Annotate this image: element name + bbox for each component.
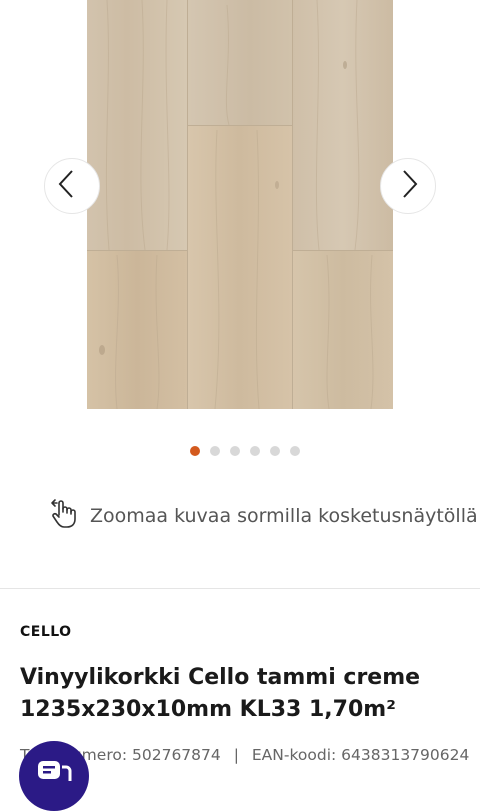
pagination-dot-1[interactable] bbox=[190, 446, 200, 456]
product-title: Vinyylikorkki Cello tammi creme 1235x230… bbox=[20, 665, 421, 722]
meta-separator: | bbox=[233, 746, 239, 764]
chat-button[interactable] bbox=[19, 741, 89, 811]
zoom-hint-text: Zoomaa kuvaa sormilla kosketusnäytöllä bbox=[90, 504, 478, 527]
pagination-dot-4[interactable] bbox=[250, 446, 260, 456]
gallery-pagination bbox=[190, 446, 300, 456]
chevron-left-icon bbox=[57, 169, 75, 203]
product-number: 502767874 bbox=[132, 746, 221, 764]
product-brand[interactable]: CELLO bbox=[20, 624, 72, 640]
previous-image-button[interactable] bbox=[44, 158, 100, 214]
pagination-dot-3[interactable] bbox=[230, 446, 240, 456]
hand-pinch-icon bbox=[48, 497, 78, 534]
wood-grain-texture bbox=[99, 0, 374, 409]
chat-icon bbox=[36, 759, 72, 787]
ean-code: 6438313790624 bbox=[341, 746, 470, 764]
product-image-gallery[interactable] bbox=[0, 0, 480, 420]
next-image-button[interactable] bbox=[380, 158, 436, 214]
section-divider bbox=[0, 588, 480, 589]
chevron-right-icon bbox=[401, 169, 419, 203]
product-meta: Tuotenumero: 502767874 | EAN-koodi: 6438… bbox=[20, 746, 469, 764]
pagination-dot-2[interactable] bbox=[210, 446, 220, 456]
pagination-dot-5[interactable] bbox=[270, 446, 280, 456]
product-image[interactable] bbox=[87, 0, 393, 409]
zoom-hint: Zoomaa kuvaa sormilla kosketusnäytöllä bbox=[48, 497, 478, 534]
pagination-dot-6[interactable] bbox=[290, 446, 300, 456]
ean-label: EAN-koodi: bbox=[251, 746, 337, 764]
